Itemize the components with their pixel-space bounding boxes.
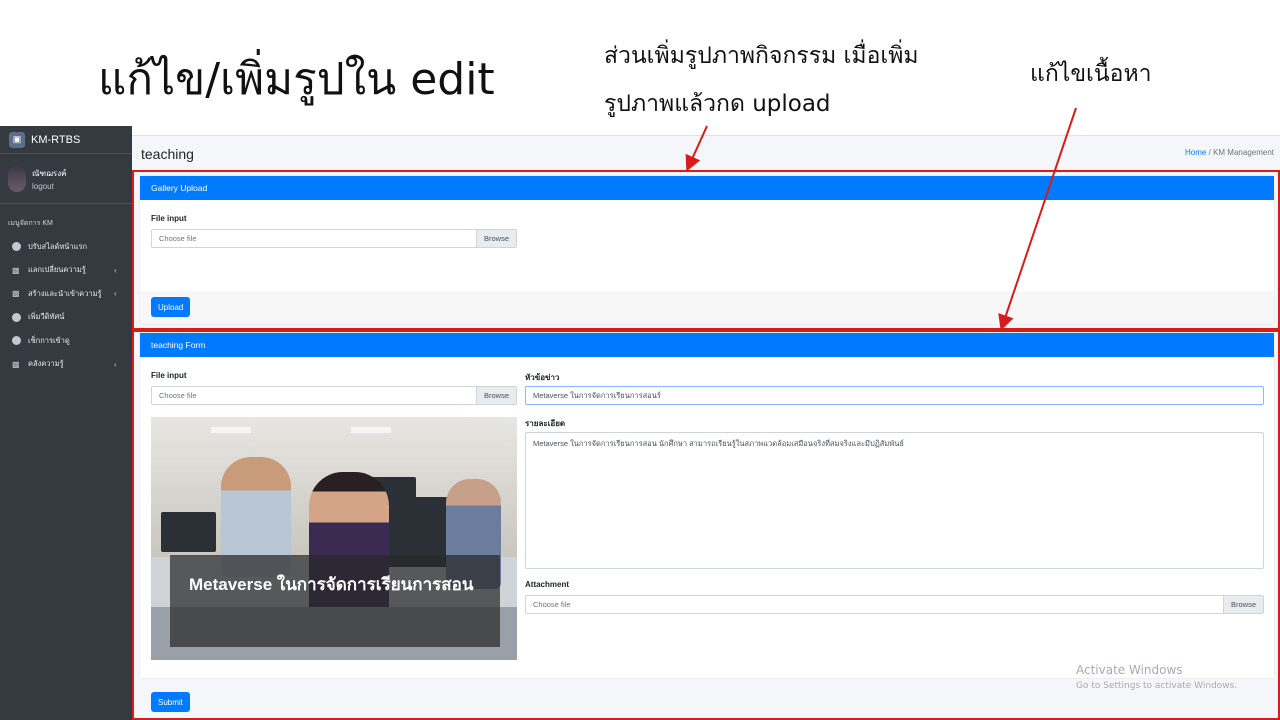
sidebar-item-video[interactable]: เพิ่มวีดิทัศน์	[0, 306, 132, 330]
gallery-annotation-note: ส่วนเพิ่มรูปภาพกิจกรรม เมื่อเพิ่มรูปภาพแ…	[604, 43, 919, 117]
main-content: teaching Home / KM Management Gallery Up…	[132, 126, 1280, 720]
sidebar: ▣ KM-RTBS ณัฑฌรงค์ logout เมนูจัดการ KM …	[0, 126, 132, 720]
content-annotation-note: แก้ไขเนื้อหา	[1030, 61, 1152, 87]
circle-icon	[12, 242, 21, 252]
sidebar-item-label: เช็กการเข้าดู	[28, 335, 70, 345]
gallery-file-input[interactable]: Choose file Browse	[151, 229, 517, 248]
detail-textarea[interactable]: Metaverse ในการจัดการเรียนการสอน นักศึกษ…	[525, 432, 1264, 569]
user-panel: ณัฑฌรงค์ logout	[0, 154, 132, 204]
sidebar-item-create[interactable]: ▩ สร้างและนำเข้าความรู้ ‹	[0, 282, 132, 306]
breadcrumb-separator: /	[1208, 148, 1211, 157]
browse-button[interactable]: Browse	[476, 230, 516, 247]
detail-label: รายละเอียด	[525, 419, 566, 428]
attachment-label: Attachment	[525, 580, 570, 589]
gallery-card-header: Gallery Upload	[140, 176, 1274, 200]
browse-button[interactable]: Browse	[476, 387, 516, 404]
sidebar-item-library[interactable]: ▩ คลังความรู้ ‹	[0, 353, 132, 377]
photo-caption: Metaverse ในการจัดการเรียนการสอน	[170, 555, 500, 647]
attachment-file-input[interactable]: Choose file Browse	[525, 595, 1264, 614]
chevron-left-icon: ‹	[114, 289, 117, 298]
slide-title: แก้ไข/เพิ่มรูปใน edit	[98, 54, 495, 105]
page-title: teaching	[141, 146, 194, 162]
activity-photo: Metaverse ในการจัดการเรียนการสอน	[151, 417, 517, 660]
slide: แก้ไข/เพิ่มรูปใน edit ส่วนเพิ่มรูปภาพกิจ…	[0, 0, 1280, 720]
circle-icon	[12, 336, 21, 346]
file-input-placeholder: Choose file	[159, 234, 197, 243]
circle-icon	[12, 312, 21, 322]
headline-label: หัวข้อข่าว	[525, 373, 560, 382]
sidebar-item-label: เพิ่มวีดิทัศน์	[28, 312, 65, 322]
sidebar-item-label: สร้างและนำเข้าความรู้	[28, 288, 102, 298]
form-file-label: File input	[151, 371, 187, 380]
breadcrumb-home[interactable]: Home	[1185, 148, 1206, 157]
form-card-header: teaching Form	[140, 333, 1274, 357]
chevron-left-icon: ‹	[114, 265, 117, 275]
user-name[interactable]: ณัฑฌรงค์	[32, 167, 66, 180]
upload-button[interactable]: Upload	[151, 297, 191, 317]
photo-monitor	[161, 512, 216, 552]
brand-name: KM-RTBS	[31, 133, 81, 146]
sidebar-item-label: ปรับสไลด์หน้าแรก	[28, 241, 88, 251]
comments-icon: ▩	[12, 289, 20, 299]
sidebar-item-views[interactable]: เช็กการเข้าดู	[0, 329, 132, 353]
comments-icon: ▩	[12, 359, 20, 369]
sidebar-item-label: แลกเปลี่ยนความรู้	[28, 265, 86, 275]
gallery-upload-card: Gallery Upload File input Choose file Br…	[140, 176, 1274, 324]
browse-button[interactable]: Browse	[1223, 596, 1263, 613]
comments-icon: ▩	[12, 265, 20, 275]
file-input-placeholder: Choose file	[533, 600, 571, 609]
sidebar-item-slides[interactable]: ปรับสไลด์หน้าแรก	[0, 235, 132, 259]
activate-windows-subtitle: Go to Settings to activate Windows.	[1076, 681, 1238, 691]
sidebar-item-exchange[interactable]: ▩ แลกเปลี่ยนความรู้ ‹	[0, 259, 132, 283]
file-input-placeholder: Choose file	[159, 391, 197, 400]
nav-header: เมนูจัดการ KM	[8, 220, 53, 227]
activate-windows-title: Activate Windows	[1076, 663, 1183, 677]
avatar	[8, 165, 26, 192]
app-window: ▣ KM-RTBS ณัฑฌรงค์ logout เมนูจัดการ KM …	[0, 126, 1280, 720]
gallery-card-footer: Upload	[140, 291, 1274, 324]
brand-logo-icon: ▣	[9, 131, 25, 148]
sidebar-item-label: คลังความรู้	[28, 359, 64, 369]
photo-light	[211, 427, 251, 433]
submit-button[interactable]: Submit	[151, 692, 190, 712]
photo-light	[351, 427, 391, 433]
top-navbar	[132, 126, 1280, 136]
logout-link[interactable]: logout	[32, 182, 66, 191]
gallery-file-label: File input	[151, 214, 187, 223]
chevron-left-icon: ‹	[114, 359, 117, 369]
headline-input[interactable]: Metaverse ในการจัดการเรียนการสอนร์	[525, 386, 1264, 405]
brand[interactable]: ▣ KM-RTBS	[0, 126, 132, 154]
breadcrumb: Home / KM Management	[1185, 148, 1274, 157]
teaching-form-card: teaching Form File input Choose file Bro…	[140, 333, 1274, 678]
breadcrumb-current: KM Management	[1213, 148, 1274, 157]
form-file-input[interactable]: Choose file Browse	[151, 386, 517, 405]
